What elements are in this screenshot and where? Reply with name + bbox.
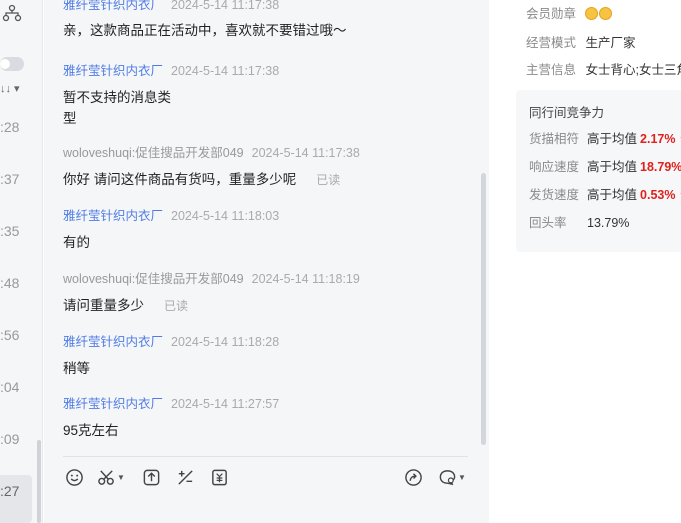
chat-message: 雅纤莹针织内衣厂 2024-5-14 11:18:03 有的	[63, 205, 279, 253]
stat-value: 2.17% ↑	[640, 132, 681, 146]
session-time[interactable]: :56	[0, 327, 19, 343]
session-time[interactable]: :35	[0, 223, 19, 239]
session-time[interactable]: :04	[0, 379, 19, 395]
message-time: 2024-5-14 11:18:28	[171, 335, 280, 349]
message-time: 2024-5-14 11:17:38	[171, 64, 280, 78]
chat-message: woloveshuqi:促佳搜品开发部049 2024-5-14 11:17:38…	[63, 142, 360, 191]
card-title: 同行间竞争力	[529, 106, 605, 120]
chevron-down-icon: ▼	[458, 472, 466, 482]
message-time: 2024-5-14 11:17:38	[251, 146, 360, 160]
chat-message: 雅纤莹针织内衣厂 2024-5-14 11:17:38 亲，这款商品正在活动中，喜…	[63, 0, 347, 41]
org-chart-icon[interactable]	[2, 4, 22, 22]
message-text: 95克左右	[63, 423, 119, 438]
stat-row: 发货速度 高于均值 0.53% ↑	[529, 184, 681, 203]
stat-row: 回头率 13.79%	[529, 212, 629, 231]
chat-scrollbar[interactable]	[481, 173, 486, 445]
message-time: 2024-5-14 11:18:03	[171, 209, 280, 223]
stat-value: 18.79%	[640, 160, 681, 174]
message-text: 请问重量多少	[63, 298, 144, 313]
chat-settings-icon[interactable]: ▼	[436, 466, 468, 488]
info-value: 生产厂家	[585, 36, 636, 50]
session-scrollbar[interactable]	[37, 440, 41, 523]
info-label: 会员勋章	[526, 7, 577, 21]
chat-message: 雅纤莹针织内衣厂 2024-5-14 11:17:38 暂不支持的消息类型	[63, 60, 279, 129]
chat-message: 雅纤莹针织内衣厂 2024-5-14 11:27:57 95克左右	[63, 393, 279, 441]
stat-label: 货描相符	[529, 132, 580, 146]
stat-label: 响应速度	[529, 160, 580, 174]
read-status: 已读	[164, 299, 189, 313]
info-label: 经营模式	[526, 36, 577, 50]
stat-value: 0.53% ↑	[640, 188, 681, 202]
chat-panel: 雅纤莹针织内衣厂 2024-5-14 11:17:38 亲，这款商品正在活动中，喜…	[44, 0, 489, 523]
message-time: 2024-5-14 11:18:19	[251, 272, 360, 286]
chevron-down-icon: ▼	[117, 472, 125, 482]
message-text: 稍等	[63, 361, 90, 376]
stat-desc: 高于均值	[587, 132, 638, 146]
message-time: 2024-5-14 11:27:57	[171, 397, 280, 411]
message-text: 有的	[63, 235, 90, 250]
message-sender[interactable]: 雅纤莹针织内衣厂	[63, 209, 163, 223]
message-sender[interactable]: 雅纤莹针织内衣厂	[63, 335, 163, 349]
message-sender[interactable]: woloveshuqi:促佳搜品开发部049	[63, 272, 244, 286]
session-time-selected[interactable]: :27	[0, 475, 32, 523]
stat-label: 回头率	[529, 216, 567, 230]
filter-toggle[interactable]	[0, 57, 24, 71]
medal-icon	[585, 7, 613, 21]
member-medal-row: 会员勋章	[526, 3, 613, 22]
session-time[interactable]: :48	[0, 275, 19, 291]
toolbar-divider	[63, 456, 468, 457]
stat-value: 13.79%	[587, 216, 630, 230]
scissors-icon[interactable]: ▼	[96, 466, 126, 488]
business-mode-row: 经营模式 生产厂家	[526, 32, 636, 51]
message-text: 暂不支持的消息类型	[63, 90, 171, 126]
chat-message: 雅纤莹针织内衣厂 2024-5-14 11:18:28 稍等	[63, 331, 279, 379]
upload-icon[interactable]	[140, 466, 162, 488]
competitiveness-card: 同行间竞争力 货描相符 高于均值 2.17% ↑ 响应速度 高于均值 18.79% 发货…	[516, 90, 681, 252]
message-time: 2024-5-14 11:17:38	[171, 0, 280, 12]
emoji-icon[interactable]	[63, 466, 85, 488]
calculator-icon[interactable]	[174, 466, 196, 488]
message-text: 亲，这款商品正在活动中，喜欢就不要错过哦～	[63, 23, 347, 38]
session-list-strip: ↓↓ ▾ :28 :37 :35 :48 :56 :04 :09 :27	[0, 0, 43, 523]
main-business-row: 主营信息 女士背心;女士三角	[526, 59, 681, 78]
shop-info-panel: 会员勋章 经营模式 生产厂家 主营信息 女士背心;女士三角 同行间竞争力 货描相…	[489, 0, 681, 523]
stat-row: 响应速度 高于均值 18.79%	[529, 156, 681, 175]
chat-message: woloveshuqi:促佳搜品开发部049 2024-5-14 11:18:19…	[63, 268, 360, 317]
info-label: 主营信息	[526, 63, 577, 77]
session-time[interactable]: :09	[0, 431, 19, 447]
stat-row: 货描相符 高于均值 2.17% ↑	[529, 128, 681, 147]
coupon-icon[interactable]	[208, 466, 230, 488]
sort-dropdown[interactable]: ↓↓ ▾	[0, 82, 20, 95]
stat-desc: 高于均值	[587, 160, 638, 174]
info-value: 女士背心;女士三角	[585, 63, 681, 77]
message-sender[interactable]: woloveshuqi:促佳搜品开发部049	[63, 146, 244, 160]
stat-label: 发货速度	[529, 188, 580, 202]
message-sender[interactable]: 雅纤莹针织内衣厂	[63, 64, 163, 78]
session-time[interactable]: :28	[0, 119, 19, 135]
session-time[interactable]: :37	[0, 171, 19, 187]
message-sender[interactable]: 雅纤莹针织内衣厂	[63, 0, 163, 12]
share-icon[interactable]	[402, 466, 424, 488]
stat-desc: 高于均值	[587, 188, 638, 202]
message-sender[interactable]: 雅纤莹针织内衣厂	[63, 397, 163, 411]
message-text: 你好 请问这件商品有货吗，重量多少呢	[63, 172, 297, 187]
read-status: 已读	[316, 173, 341, 187]
